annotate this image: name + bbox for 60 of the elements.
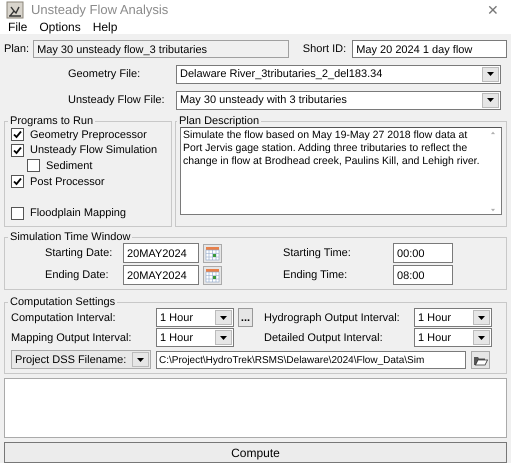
dropdown-arrow-icon (220, 316, 227, 320)
field-label: Starting Time: (283, 247, 352, 259)
dropdown-arrow-icon (137, 358, 144, 362)
checkbox-label[interactable]: Post Processor (30, 176, 105, 188)
checkbox-label[interactable]: Sediment (46, 160, 92, 172)
interval-dropdown[interactable]: 1 Hour (414, 328, 492, 347)
interval-dropdown[interactable]: 1 Hour (156, 308, 234, 327)
date-field[interactable]: 20MAY2024 (123, 243, 199, 263)
dss-path-field[interactable]: C:\Project\HydroTrek\RSMS\Delaware\2024\Flow_Data\Sim (156, 350, 466, 368)
options-button[interactable]: ... (238, 308, 253, 327)
checked-checkbox[interactable] (11, 144, 24, 157)
file-dropdown[interactable]: May 30 unsteady with 3 tributaries (176, 90, 501, 110)
field-label: Starting Date: (44, 247, 114, 259)
group-title: Simulation Time Window (9, 231, 132, 243)
description-text-area[interactable]: Simulate the flow based on May 19-May 27 2018 flow data at Port Jervis gage station. Adding three tributaries to reflect the change in flow at Brodhead creek, Paulins Kill, and Lehigh river. (180, 127, 502, 215)
plan-field[interactable]: May 30 unsteady flow_3 tributaries (33, 40, 289, 58)
field-label: Ending Date: (44, 269, 110, 281)
short-id-field[interactable]: May 20 2024 1 day flow (352, 40, 507, 58)
field-label: Plan: (4, 43, 30, 55)
compute-button[interactable]: Compute (4, 442, 507, 463)
field-label: Unsteady Flow File: (67, 94, 166, 106)
field-label: Short ID: (302, 43, 346, 55)
field-label: Ending Time: (283, 269, 348, 281)
menu-item[interactable]: File (2, 20, 34, 34)
calendar-icon[interactable] (203, 244, 222, 262)
dropdown-arrow-icon (478, 316, 485, 320)
group-title: Programs to Run (9, 115, 94, 127)
field-label: Mapping Output Interval: (11, 332, 132, 344)
window-title: Unsteady Flow Analysis (31, 2, 170, 18)
dropdown-arrow-icon (220, 336, 227, 340)
dropdown-arrow-icon (478, 336, 485, 340)
close-button[interactable]: ✕ (481, 2, 505, 18)
field-label: Geometry File: (67, 68, 142, 80)
menu-item[interactable]: Options (33, 20, 87, 34)
description-text: Simulate the flow based on May 19-May 27 2018 flow data at Port Jervis gage station. Adding three tributaries to reflect the change in flow at Brodhead creek, Paulins Kill, and Lehigh river. (183, 129, 481, 169)
checkbox-label[interactable]: Geometry Preprocessor (30, 128, 147, 141)
date-field[interactable]: 20MAY2024 (123, 265, 199, 285)
field-label: Hydrograph Output Interval: (264, 312, 401, 324)
field-label: Detailed Output Interval: (264, 332, 384, 344)
calendar-icon[interactable] (203, 266, 222, 284)
group-title: Computation Settings (9, 296, 116, 308)
menu-item[interactable]: Help (86, 20, 124, 34)
interval-dropdown[interactable]: 1 Hour (414, 308, 492, 327)
app-icon (6, 0, 24, 19)
folder-icon[interactable] (471, 350, 490, 368)
unchecked-checkbox[interactable] (27, 159, 40, 172)
group-title: Plan Description (178, 115, 260, 127)
checked-checkbox[interactable] (11, 175, 24, 188)
checked-checkbox[interactable] (11, 128, 24, 142)
time-field[interactable]: 08:00 (393, 265, 453, 285)
dropdown-arrow-icon (487, 98, 494, 102)
checkbox-label[interactable]: Unsteady Flow Simulation (30, 144, 158, 156)
unchecked-checkbox[interactable] (11, 206, 24, 220)
field-label: Computation Interval: (11, 312, 117, 324)
checkbox-label[interactable]: Floodplain Mapping (30, 207, 126, 220)
time-field[interactable]: 00:00 (393, 243, 453, 263)
dropdown-arrow-icon (487, 72, 494, 76)
interval-dropdown[interactable]: 1 Hour (156, 328, 234, 347)
dss-selector-dropdown[interactable]: Project DSS Filename: (11, 350, 151, 369)
file-dropdown[interactable]: Delaware River_3tributaries_2_del183.34 (176, 64, 501, 84)
